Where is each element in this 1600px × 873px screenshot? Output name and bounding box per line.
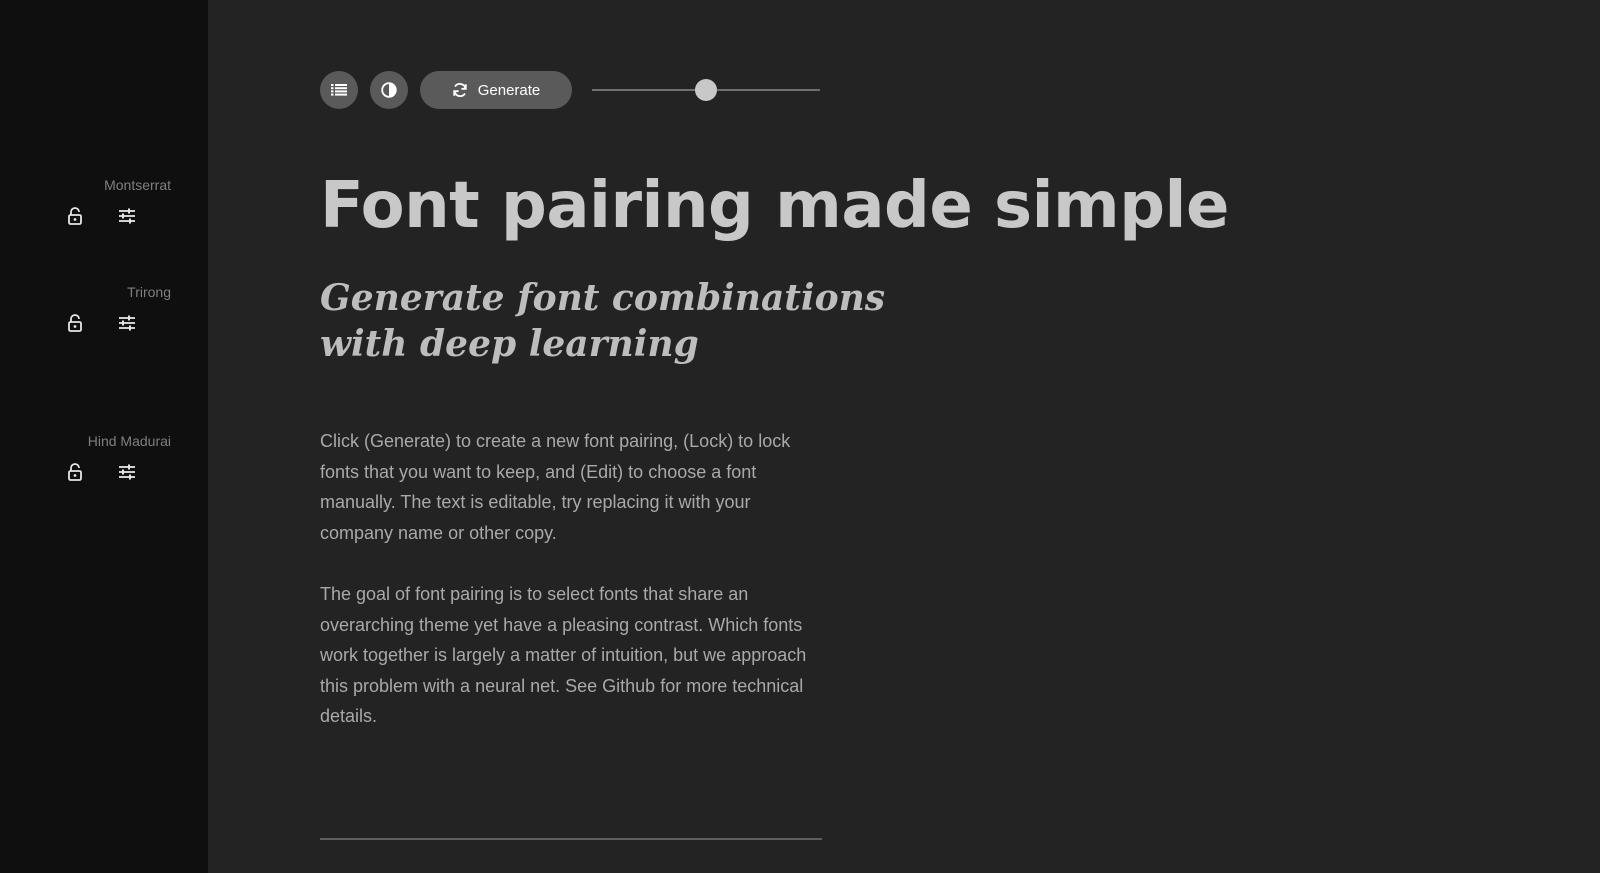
generate-button[interactable]: Generate [420, 71, 572, 109]
lock-button[interactable] [63, 460, 87, 484]
lock-open-icon [68, 314, 82, 332]
font-group-subheadline: Trirong [21, 283, 171, 332]
edit-font-button[interactable] [115, 460, 139, 484]
lock-open-icon [68, 207, 82, 225]
toolbar: Generate [320, 71, 840, 109]
font-group-body: Hind Madurai [21, 432, 171, 481]
lock-button[interactable] [63, 204, 87, 228]
subheadline[interactable]: Generate font combinations with deep lea… [320, 275, 940, 367]
edit-font-button[interactable] [115, 204, 139, 228]
headline[interactable]: Font pairing made simple [320, 163, 1420, 249]
app-window: Montserrat Trirong Hind Madurai Generate… [0, 0, 1600, 873]
divider [320, 838, 822, 840]
contrast-icon [381, 82, 397, 98]
sliders-icon [119, 208, 135, 224]
font-actions [63, 204, 173, 228]
size-slider[interactable] [592, 79, 820, 101]
main-content: Generate Font pairing made simple Genera… [208, 0, 1600, 873]
theme-toggle-button[interactable] [370, 71, 408, 109]
font-name-label: Hind Madurai [87, 433, 171, 449]
lock-open-icon [68, 463, 82, 481]
generate-label: Generate [477, 81, 541, 99]
font-sidebar: Montserrat Trirong Hind Madurai [0, 0, 208, 873]
body-paragraph[interactable]: The goal of font pairing is to select fo… [320, 579, 820, 732]
font-actions [63, 311, 173, 335]
slider-thumb[interactable] [695, 79, 717, 101]
lock-button[interactable] [63, 311, 87, 335]
font-actions [63, 460, 173, 484]
body-paragraph[interactable]: Click (Generate) to create a new font pa… [320, 426, 820, 548]
list-button[interactable] [320, 71, 358, 109]
sliders-icon [119, 315, 135, 331]
font-name-label: Trirong [127, 284, 171, 300]
list-icon [331, 84, 347, 96]
sliders-icon [119, 464, 135, 480]
refresh-icon [453, 83, 467, 97]
edit-font-button[interactable] [115, 311, 139, 335]
font-name-label: Montserrat [104, 177, 171, 193]
font-group-headline: Montserrat [21, 176, 171, 225]
